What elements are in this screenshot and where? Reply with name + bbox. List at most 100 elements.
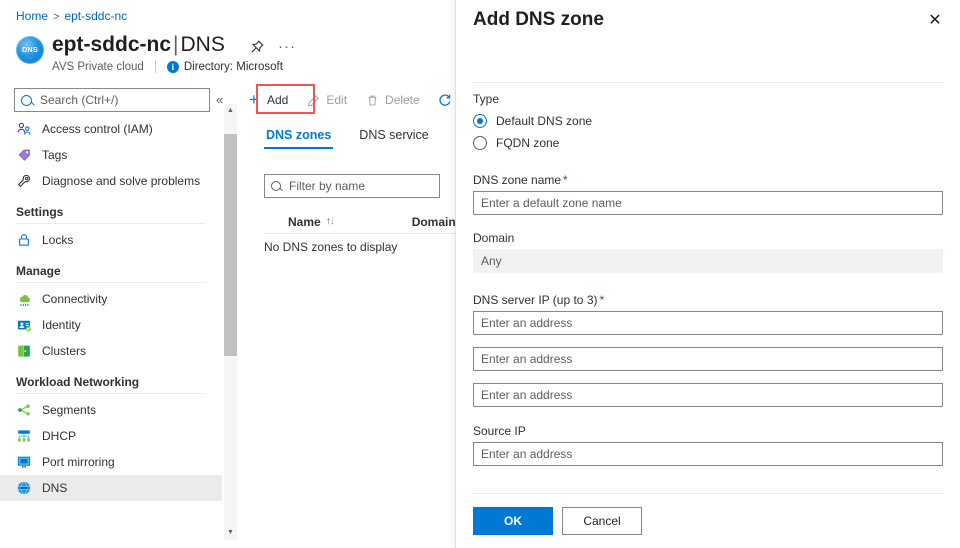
- sidebar-item-label: Diagnose and solve problems: [42, 174, 201, 188]
- type-field-group: Type Default DNS zone FQDN zone: [473, 92, 943, 154]
- column-header-name[interactable]: Name ↑↓: [288, 214, 335, 229]
- sidebar-item-tags[interactable]: Tags: [0, 142, 222, 168]
- sidebar-scrollbar-thumb[interactable]: [224, 134, 237, 356]
- sidebar-item-label: DNS: [42, 481, 68, 495]
- page-title-resource: ept-sddc-nc: [52, 33, 172, 56]
- cancel-button[interactable]: Cancel: [562, 507, 642, 535]
- breadcrumb-home[interactable]: Home: [16, 9, 48, 23]
- dns-resource-icon: DNS: [16, 36, 44, 64]
- column-header-name-label: Name: [288, 214, 321, 229]
- edit-button-label: Edit: [326, 93, 348, 107]
- dns-icon-label: DNS: [22, 46, 38, 54]
- add-button-label: Add: [267, 93, 289, 107]
- dns-server-ip-input-3[interactable]: [473, 383, 943, 407]
- dns-server-ip-input-1[interactable]: [473, 311, 943, 335]
- panel-form: Type Default DNS zone FQDN zone DNS zone…: [456, 92, 960, 486]
- add-button[interactable]: + Add: [238, 85, 297, 115]
- refresh-button[interactable]: [429, 85, 455, 115]
- sidebar-group-label: Settings: [16, 205, 64, 219]
- access-control-icon: [16, 121, 32, 137]
- zone-name-field-group: DNS zone name *: [473, 173, 943, 215]
- column-header-domain[interactable]: Domain: [412, 215, 455, 229]
- radio-default-dns-zone[interactable]: Default DNS zone: [473, 110, 943, 132]
- panel-header-divider: [473, 82, 943, 83]
- delete-button: Delete: [356, 85, 429, 115]
- tab-dns-service[interactable]: DNS service: [357, 128, 430, 149]
- empty-state-message: No DNS zones to display: [264, 240, 398, 254]
- dns-icon: [16, 480, 32, 496]
- sidebar-item-label: Locks: [42, 233, 74, 247]
- breadcrumb-current[interactable]: ept-sddc-nc: [64, 9, 127, 23]
- dns-server-ip-input-2[interactable]: [473, 347, 943, 371]
- trash-icon: [365, 93, 379, 107]
- panel-footer-divider: [473, 493, 943, 494]
- sidebar-item-connectivity[interactable]: Connectivity: [0, 286, 222, 312]
- connectivity-icon: [16, 291, 32, 307]
- more-options-icon[interactable]: ···: [278, 38, 296, 56]
- sort-icon: ↑↓: [325, 216, 335, 227]
- collapse-sidebar-icon[interactable]: «: [216, 92, 223, 107]
- column-header-domain-label: Domain: [411, 214, 455, 229]
- ok-button[interactable]: OK: [473, 507, 553, 535]
- sidebar-item-dns[interactable]: DNS: [0, 475, 222, 501]
- dns-server-ip-field-group: DNS server IP (up to 3) *: [473, 293, 943, 407]
- source-ip-label: Source IP: [473, 424, 526, 438]
- page-title: ept-sddc-nc|DNS: [52, 32, 225, 58]
- dhcp-icon: [16, 428, 32, 444]
- sidebar-group-label: Workload Networking: [16, 375, 140, 389]
- radio-fqdn-zone-label: FQDN zone: [496, 136, 560, 150]
- group-divider: [16, 393, 206, 394]
- group-divider: [16, 223, 206, 224]
- sidebar-item-label: DHCP: [42, 429, 77, 443]
- sidebar-scroll-up-icon[interactable]: ▲: [224, 104, 237, 118]
- pencil-icon: [306, 93, 320, 107]
- sidebar-item-identity[interactable]: Identity: [0, 312, 222, 338]
- sidebar-item-label: Clusters: [42, 344, 87, 358]
- edit-button: Edit: [297, 85, 356, 115]
- lock-icon: [16, 232, 32, 248]
- sidebar-item-label: Segments: [42, 403, 97, 417]
- breadcrumb: Home > ept-sddc-nc: [16, 9, 127, 24]
- sidebar-item-label: Connectivity: [42, 292, 108, 306]
- panel-footer: OK Cancel: [473, 507, 642, 535]
- sidebar-group-workload-networking: Workload Networking: [0, 375, 222, 394]
- tab-dns-zones[interactable]: DNS zones: [264, 128, 334, 149]
- source-ip-input[interactable]: [473, 442, 943, 466]
- close-icon[interactable]: ✕: [926, 12, 944, 30]
- domain-input: [473, 249, 943, 273]
- info-icon: i: [166, 60, 179, 73]
- resource-subtitle: AVS Private cloud i Directory: Microsoft: [52, 60, 283, 73]
- sidebar-item-label: Access control (IAM): [42, 122, 153, 136]
- required-marker: *: [563, 173, 568, 187]
- sidebar-item-port-mirroring[interactable]: Port mirroring: [0, 449, 222, 475]
- sidebar-item-locks[interactable]: Locks: [0, 227, 222, 253]
- content-tabs: DNS zones DNS service: [264, 128, 455, 149]
- sidebar-scroll-down-icon[interactable]: ▼: [224, 526, 237, 540]
- wrench-icon: [16, 173, 32, 189]
- zone-name-input[interactable]: [473, 191, 943, 215]
- directory-label: Directory: Microsoft: [183, 60, 283, 73]
- page-title-separator: |: [173, 33, 179, 56]
- zone-name-label: DNS zone name *: [473, 173, 943, 187]
- sidebar-group-label: Manage: [16, 264, 61, 278]
- clusters-icon: [16, 343, 32, 359]
- dns-zones-table-header: Name ↑↓ Domain: [264, 210, 455, 234]
- resource-blade: Home > ept-sddc-nc DNS ept-sddc-nc|DNS ···…: [0, 0, 455, 548]
- azure-portal-screen: Home > ept-sddc-nc DNS ept-sddc-nc|DNS ···…: [0, 0, 960, 548]
- dns-server-ip-label-text: DNS server IP (up to 3): [473, 293, 598, 307]
- subtitle-divider: [154, 60, 156, 73]
- sidebar-search[interactable]: [14, 88, 210, 112]
- sidebar-item-clusters[interactable]: Clusters: [0, 338, 222, 364]
- radio-fqdn-zone[interactable]: FQDN zone: [473, 132, 943, 154]
- search-input[interactable]: [38, 92, 203, 108]
- sidebar-item-dhcp[interactable]: DHCP: [0, 423, 222, 449]
- sidebar-item-segments[interactable]: Segments: [0, 397, 222, 423]
- sidebar-item-diagnose[interactable]: Diagnose and solve problems: [0, 168, 222, 194]
- search-icon: [271, 181, 281, 191]
- filter-by-name-field[interactable]: [264, 174, 440, 198]
- plus-icon: +: [249, 90, 259, 109]
- filter-input[interactable]: [287, 178, 433, 194]
- sidebar-item-access-control[interactable]: Access control (IAM): [0, 116, 222, 142]
- sidebar-group-manage: Manage: [0, 264, 222, 283]
- pin-icon[interactable]: [248, 38, 266, 56]
